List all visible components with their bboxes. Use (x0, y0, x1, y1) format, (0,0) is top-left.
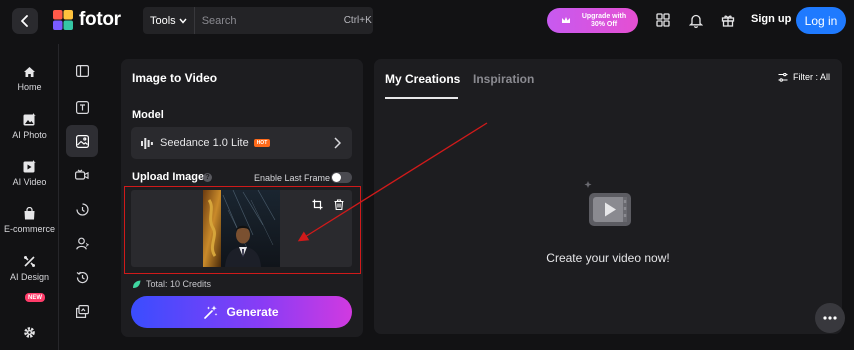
image-to-video-panel: Image to Video Model Seedance 1.0 Lite H… (121, 59, 363, 337)
apps-grid-button[interactable] (655, 12, 671, 28)
panel-title: Image to Video (132, 71, 218, 85)
tool-motion[interactable] (66, 193, 98, 225)
crown-icon (562, 17, 570, 23)
search-input[interactable] (194, 7, 344, 34)
crop-button[interactable] (311, 198, 324, 211)
model-select[interactable]: Seedance 1.0 Lite HOT (131, 127, 352, 159)
bell-icon (689, 14, 703, 28)
tools-label: Tools (150, 14, 176, 27)
magic-wand-icon (204, 305, 218, 319)
settings-button[interactable] (0, 326, 59, 339)
last-frame-toggle[interactable] (331, 172, 352, 183)
tool-ai-avatar[interactable] (66, 227, 98, 259)
last-frame-label: Enable Last Frame (254, 173, 331, 183)
upload-image-label: Upload Image (132, 171, 205, 183)
search-bar: Tools Ctrl+K (143, 7, 373, 34)
avatar-icon (75, 237, 89, 249)
tool-image-to-video[interactable] (66, 125, 98, 157)
sidebar-item-label: E-commerce (3, 224, 55, 234)
new-badge: NEW (25, 293, 45, 302)
sidebar-item-label: AI Video (12, 177, 47, 187)
gear-icon (24, 327, 35, 338)
home-icon (24, 67, 35, 77)
ai-design-icon (24, 256, 35, 267)
upgrade-button[interactable]: Upgrade with 30% Off (547, 8, 638, 33)
signup-link[interactable]: Sign up (751, 13, 791, 25)
credits-text: Total: 10 Credits (146, 279, 212, 289)
model-name: Seedance 1.0 Lite (160, 137, 249, 149)
notifications-button[interactable] (688, 12, 704, 28)
tab-my-creations[interactable]: My Creations (385, 72, 460, 86)
gift-button[interactable] (720, 12, 736, 28)
tool-text-to-video[interactable] (66, 91, 98, 123)
ai-video-icon (23, 160, 36, 173)
sidebar-item-label: Home (17, 82, 42, 92)
filter-dropdown[interactable]: Filter : All (778, 72, 830, 82)
sidebar-item-ai-photo[interactable]: AI Photo (0, 113, 59, 140)
sidebar-item-ai-design[interactable]: AI Design (0, 255, 59, 282)
login-button[interactable]: Log in (796, 7, 846, 34)
fotor-logo[interactable]: fotor (53, 9, 121, 31)
layers-icon (75, 304, 89, 318)
shopping-bag-icon (24, 207, 35, 220)
sidebar-item-label: AI Design (9, 272, 50, 282)
generate-label: Generate (226, 305, 279, 319)
ai-photo-icon (23, 113, 36, 126)
trash-icon (334, 199, 343, 210)
chevron-right-icon (334, 137, 341, 149)
fotor-logo-mark-icon (53, 10, 73, 30)
generate-button[interactable]: Generate (131, 296, 352, 328)
toggle-knob (332, 173, 341, 182)
tool-assets[interactable] (66, 295, 98, 327)
sidebar-item-label: AI Photo (12, 130, 47, 140)
tab-inspiration[interactable]: Inspiration (473, 72, 534, 86)
model-label: Model (132, 109, 164, 121)
main-sidebar: Home AI Photo AI Video E-commerce AI Des… (0, 44, 59, 350)
sidebar-item-e-commerce[interactable]: E-commerce (0, 207, 59, 234)
upgrade-label: Upgrade with 30% Off (581, 12, 627, 28)
active-tab-indicator (385, 97, 458, 99)
hot-badge: HOT (253, 139, 271, 147)
filter-icon (778, 72, 788, 82)
upload-dropzone[interactable] (131, 190, 352, 267)
apps-grid-icon (656, 13, 670, 27)
tool-collapse-panel[interactable] (66, 55, 98, 87)
uploaded-image-thumbnail (203, 190, 280, 267)
motion-icon (75, 202, 89, 216)
tool-sidebar (60, 44, 105, 350)
empty-state-text: Create your video now! (546, 251, 670, 265)
crop-icon (312, 199, 323, 210)
chevron-left-icon (21, 15, 28, 27)
tool-video-effects[interactable] (66, 159, 98, 191)
credits-info: Total: 10 Credits (132, 279, 211, 289)
creations-panel: My Creations Inspiration Filter : All Cr… (374, 59, 842, 334)
sidebar-item-ai-video[interactable]: AI Video (0, 160, 59, 187)
gift-icon (721, 15, 735, 27)
tools-dropdown[interactable]: Tools (143, 7, 195, 34)
more-options-button[interactable] (815, 303, 845, 333)
leaf-icon (133, 280, 141, 288)
ellipsis-icon (823, 316, 837, 320)
search-shortcut: Ctrl+K (343, 15, 372, 26)
panel-toggle-icon (75, 65, 89, 77)
delete-image-button[interactable] (332, 198, 345, 211)
sidebar-item-home[interactable]: Home (0, 66, 59, 92)
back-button[interactable] (12, 8, 38, 34)
video-camera-icon (75, 169, 89, 180)
logo-text: fotor (79, 9, 121, 30)
empty-video-icon (584, 181, 631, 226)
top-bar: fotor Tools Ctrl+K Upgrade with 30% Off … (0, 0, 854, 44)
image-icon (75, 134, 89, 148)
history-icon (76, 271, 88, 283)
chevron-down-icon (179, 18, 187, 24)
filter-label: Filter : All (793, 72, 831, 82)
text-frame-icon (75, 100, 89, 114)
waveform-icon (141, 137, 153, 149)
help-icon[interactable]: ? (203, 173, 212, 182)
tool-history[interactable] (66, 261, 98, 293)
